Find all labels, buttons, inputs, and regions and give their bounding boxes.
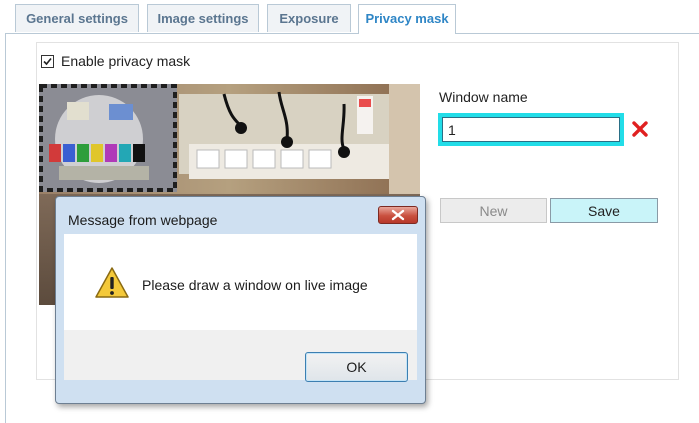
dialog-message: Please draw a window on live image xyxy=(142,277,368,293)
ok-button[interactable]: OK xyxy=(305,352,408,382)
save-button[interactable]: Save xyxy=(550,198,658,223)
tab-general-settings[interactable]: General settings xyxy=(15,4,139,32)
window-name-input[interactable] xyxy=(438,113,624,146)
tab-image-settings[interactable]: Image settings xyxy=(147,4,259,32)
tab-exposure[interactable]: Exposure xyxy=(267,4,351,32)
close-icon xyxy=(391,209,405,221)
enable-privacy-mask-label: Enable privacy mask xyxy=(61,53,191,69)
message-dialog: Message from webpage Please draw a windo… xyxy=(55,196,426,404)
enable-privacy-mask-checkbox[interactable] xyxy=(41,54,54,68)
enable-privacy-mask-row: Enable privacy mask xyxy=(41,52,190,70)
warning-icon xyxy=(95,267,129,298)
dialog-title: Message from webpage xyxy=(68,212,218,228)
window-name-label: Window name xyxy=(439,89,528,105)
tab-divider xyxy=(5,33,699,34)
dialog-close-button[interactable] xyxy=(378,206,418,224)
new-window-button[interactable]: New xyxy=(440,198,547,223)
tab-privacy-mask[interactable]: Privacy mask xyxy=(358,4,456,34)
delete-window-icon[interactable] xyxy=(632,121,648,137)
panel-border xyxy=(5,33,6,423)
checkmark-icon xyxy=(43,57,52,65)
